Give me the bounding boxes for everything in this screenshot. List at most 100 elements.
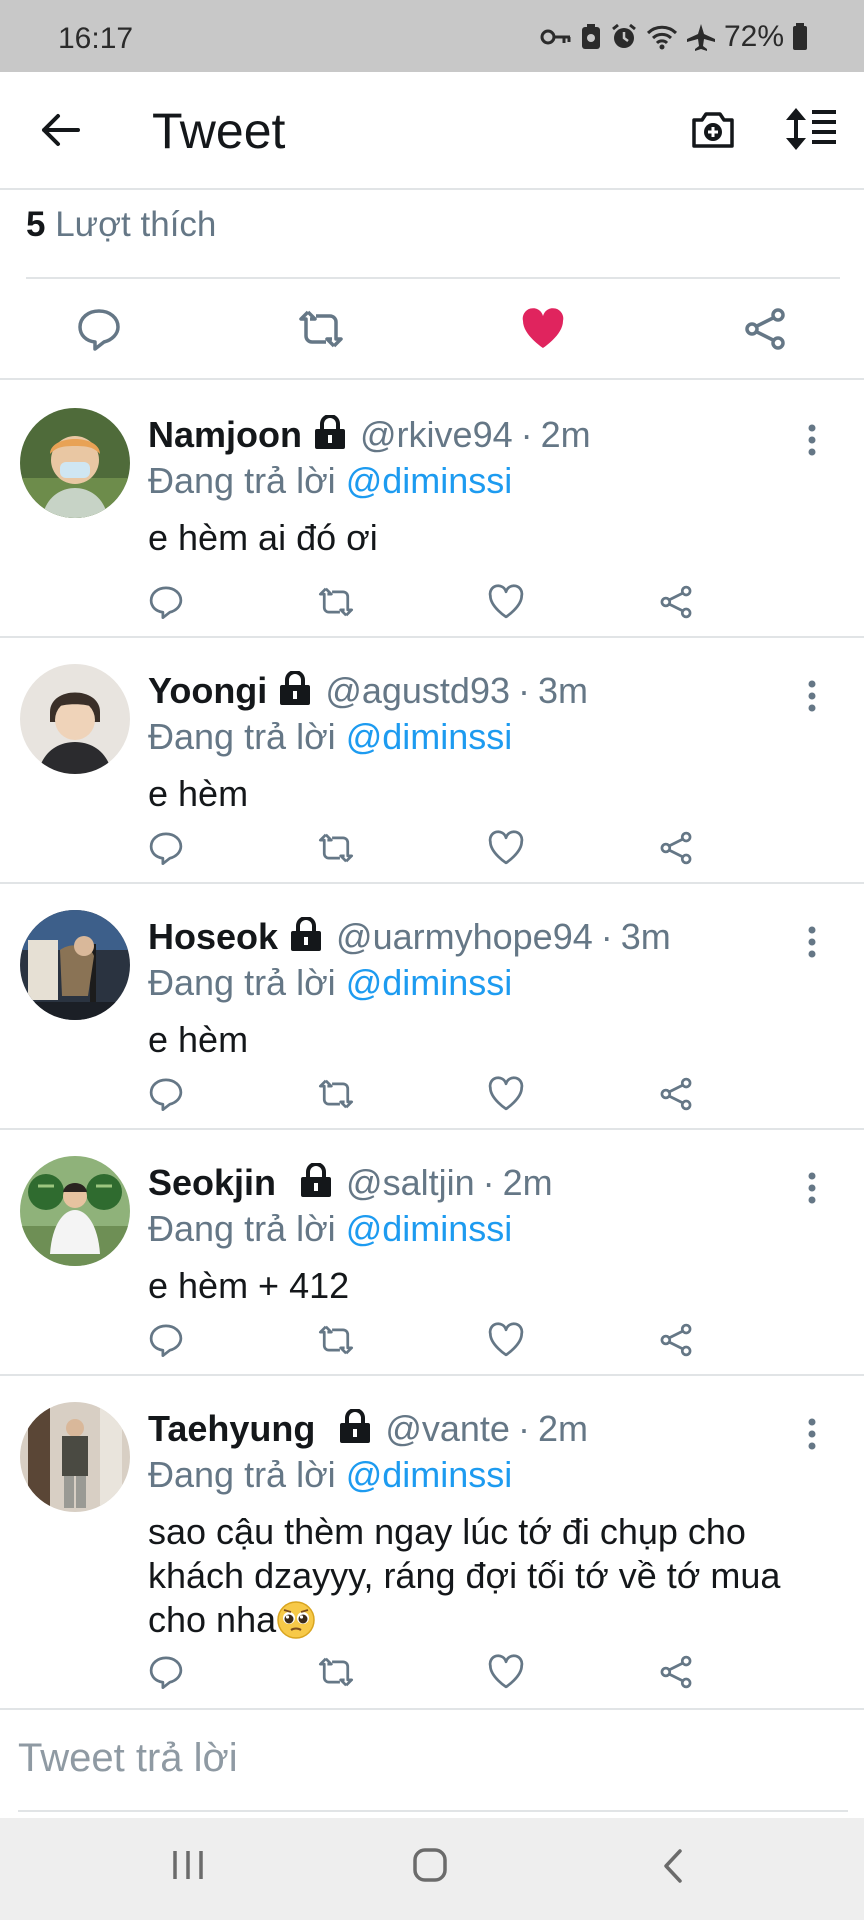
likes-number: 5 <box>26 205 46 244</box>
share-icon[interactable] <box>658 830 694 866</box>
replying-to-label: Đang trả lời <box>148 1454 336 1495</box>
reply-icon[interactable] <box>148 830 184 866</box>
reply-icon[interactable] <box>148 584 184 620</box>
reply-actions <box>148 584 708 624</box>
key-icon <box>540 29 571 45</box>
lock-icon <box>301 1163 332 1197</box>
retweet-icon[interactable] <box>298 306 344 352</box>
share-icon[interactable] <box>742 306 788 352</box>
handle[interactable]: @vante <box>385 1408 510 1450</box>
timestamp: 2m <box>540 414 591 455</box>
retweet-icon[interactable] <box>318 1654 354 1690</box>
mention-link[interactable]: @diminssi <box>346 962 513 1003</box>
back-nav-icon[interactable] <box>660 1848 686 1884</box>
reply-tweet[interactable]: Hoseok @uarmyhope94 · 3m Đang trả lời @d… <box>0 884 864 1130</box>
share-icon[interactable] <box>658 1654 694 1690</box>
battery-icon <box>793 23 807 50</box>
share-icon[interactable] <box>658 1322 694 1358</box>
heart-icon[interactable] <box>488 1076 524 1112</box>
tweet-text: sao cậu thèm ngay lúc tớ đi chụp cho khá… <box>148 1511 781 1640</box>
more-vertical-icon[interactable] <box>806 926 818 958</box>
more-vertical-icon[interactable] <box>806 680 818 712</box>
reply-compose-input[interactable]: Tweet trả lời <box>18 1736 238 1781</box>
heart-icon-liked[interactable] <box>520 306 566 352</box>
display-name[interactable]: Yoongi <box>148 670 267 712</box>
retweet-icon[interactable] <box>318 584 354 620</box>
replying-to-label: Đang trả lời <box>148 716 336 757</box>
timestamp: 2m <box>537 1408 588 1449</box>
avatar[interactable] <box>20 1156 130 1266</box>
share-icon[interactable] <box>658 584 694 620</box>
tweet-text: e hèm + 412 <box>148 1265 350 1306</box>
lock-icon <box>315 415 346 449</box>
display-name[interactable]: Seokjin <box>148 1162 276 1204</box>
mention-link[interactable]: @diminssi <box>346 716 513 757</box>
avatar[interactable] <box>20 1402 130 1512</box>
mention-link[interactable]: @diminssi <box>346 460 513 501</box>
more-vertical-icon[interactable] <box>806 424 818 456</box>
more-vertical-icon[interactable] <box>806 1172 818 1204</box>
heart-icon[interactable] <box>488 830 524 866</box>
tweet-text: e hèm <box>148 773 249 814</box>
retweet-icon[interactable] <box>318 1322 354 1358</box>
reply-icon[interactable] <box>76 306 122 352</box>
avatar[interactable] <box>20 910 130 1020</box>
avatar[interactable] <box>20 664 130 774</box>
reply-icon[interactable] <box>148 1322 184 1358</box>
handle[interactable]: @uarmyhope94 <box>336 916 593 958</box>
replying-to: Đang trả lời @diminssi <box>148 716 512 758</box>
divider <box>26 277 840 279</box>
reply-tweet[interactable]: Seokjin @saltjin · 2m Đang trả lời @dimi… <box>0 1130 864 1376</box>
reply-tweet[interactable]: Namjoon @rkive94 · 2m Đang trả lời @dimi… <box>0 382 864 638</box>
replying-to: Đang trả lời @diminssi <box>148 962 512 1004</box>
display-name[interactable]: Namjoon <box>148 414 302 456</box>
page-title: Tweet <box>152 103 286 159</box>
heart-icon[interactable] <box>488 1654 524 1690</box>
reply-header: Yoongi @agustd93 · 3m <box>148 670 588 712</box>
reply-icon[interactable] <box>148 1654 184 1690</box>
separator: · <box>517 1408 530 1449</box>
avatar[interactable] <box>20 408 130 518</box>
mention-link[interactable]: @diminssi <box>346 1454 513 1495</box>
reply-actions <box>148 1076 708 1116</box>
system-nav-bar <box>0 1818 864 1920</box>
reply-icon[interactable] <box>148 1076 184 1112</box>
reply-header: Hoseok @uarmyhope94 · 3m <box>148 916 671 958</box>
timestamp: 3m <box>538 670 589 711</box>
pleading-face-emoji <box>277 1601 315 1639</box>
handle[interactable]: @agustd93 <box>325 670 510 712</box>
recent-apps-icon[interactable] <box>170 1848 206 1882</box>
heart-icon[interactable] <box>488 1322 524 1358</box>
likes-count[interactable]: 5 Lượt thích <box>26 205 216 245</box>
display-name[interactable]: Taehyung <box>148 1408 315 1450</box>
retweet-icon[interactable] <box>318 830 354 866</box>
display-name[interactable]: Hoseok <box>148 916 278 958</box>
back-arrow-icon[interactable] <box>38 108 82 152</box>
reply-header: Taehyung @vante · 2m <box>148 1408 588 1450</box>
separator: · <box>482 1162 495 1203</box>
reply-actions <box>148 1322 708 1362</box>
reply-tweet[interactable]: Yoongi @agustd93 · 3m Đang trả lời @dimi… <box>0 638 864 884</box>
separator: · <box>518 670 530 711</box>
heart-icon[interactable] <box>488 584 524 620</box>
retweet-icon[interactable] <box>318 1076 354 1112</box>
timestamp: 3m <box>620 916 671 957</box>
airplane-icon <box>686 24 715 51</box>
timestamp: 2m <box>502 1162 553 1203</box>
mention-link[interactable]: @diminssi <box>346 1208 513 1249</box>
reply-header: Namjoon @rkive94 · 2m <box>148 414 591 456</box>
share-icon[interactable] <box>658 1076 694 1112</box>
camera-plus-icon[interactable] <box>690 106 736 152</box>
reply-actions <box>148 1654 708 1694</box>
more-vertical-icon[interactable] <box>806 1418 818 1450</box>
recycle-icon <box>581 24 600 49</box>
alarm-icon <box>612 23 636 48</box>
handle[interactable]: @saltjin <box>346 1162 475 1204</box>
handle[interactable]: @rkive94 <box>360 414 513 456</box>
lock-icon <box>280 671 311 705</box>
home-icon[interactable] <box>412 1848 448 1882</box>
reply-actions <box>148 830 708 870</box>
sort-icon[interactable] <box>784 106 838 152</box>
replying-to: Đang trả lời @diminssi <box>148 1208 512 1250</box>
reply-tweet[interactable]: Taehyung @vante · 2m Đang trả lời @dimin… <box>0 1376 864 1710</box>
